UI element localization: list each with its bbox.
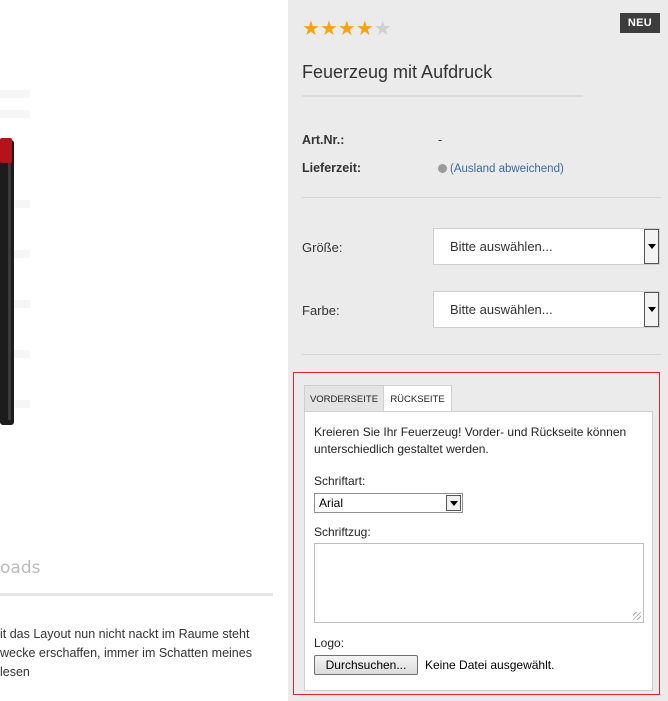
delivery-status-icon	[438, 164, 447, 173]
product-image[interactable]	[0, 0, 288, 540]
file-status: Keine Datei ausgewählt.	[425, 658, 555, 672]
font-label: Schriftart:	[314, 474, 366, 488]
chevron-down-icon[interactable]	[644, 292, 659, 327]
downloads-divider	[0, 593, 273, 596]
chevron-down-icon[interactable]	[446, 495, 461, 511]
tab-back[interactable]: RÜCKSEITE	[383, 385, 452, 412]
product-title: Feuerzeug mit Aufdruck	[302, 62, 493, 82]
logo-label: Logo:	[314, 636, 345, 650]
delivery-row: Lieferzeit: (Ausland abweichend)	[302, 161, 564, 175]
text-label: Schriftzug:	[314, 525, 371, 539]
size-select[interactable]: Bitte auswählen...	[433, 228, 660, 265]
art-nr-label: Art.Nr.:	[302, 133, 345, 147]
art-nr-row: Art.Nr.: -	[302, 133, 442, 147]
rating-stars: ★★★★★	[302, 17, 392, 41]
tab-front[interactable]: VORDERSEITE	[304, 385, 384, 412]
delivery-label: Lieferzeit:	[302, 161, 362, 175]
color-select-value: Bitte auswählen...	[450, 302, 553, 317]
chevron-down-icon[interactable]	[644, 229, 659, 264]
title-divider	[302, 95, 583, 97]
star-empty-icon: ★	[373, 18, 392, 40]
description-line: wecke erschaffen, immer im Schatten mein…	[0, 646, 252, 660]
downloads-heading: oads	[0, 558, 41, 578]
product-gallery: oads it das Layout nun nicht nackt im Ra…	[0, 0, 288, 701]
color-select[interactable]: Bitte auswählen...	[433, 291, 660, 328]
size-select-value: Bitte auswählen...	[450, 239, 553, 254]
star-icon: ★	[302, 18, 320, 40]
lighter-designer: VORDERSEITE RÜCKSEITE Kreieren Sie Ihr F…	[293, 372, 660, 695]
new-badge: NEU	[619, 13, 660, 33]
color-label: Farbe:	[302, 303, 340, 318]
star-icon: ★	[319, 18, 338, 40]
designer-intro: Kreieren Sie Ihr Feuerzeug! Vorder- und …	[314, 425, 627, 456]
star-icon: ★	[337, 18, 356, 40]
description-line: lesen	[0, 665, 30, 679]
resize-grip-icon[interactable]	[633, 612, 641, 620]
description-line: it das Layout nun nicht nackt im Raume s…	[0, 627, 250, 641]
buy-box: NEU ★★★★★ Feuerzeug mit Aufdruck Art.Nr.…	[288, 0, 668, 701]
text-input[interactable]	[314, 543, 644, 623]
size-label: Größe:	[302, 240, 343, 255]
font-select-value: Arial	[319, 496, 344, 510]
art-nr-value: -	[438, 133, 443, 147]
designer-panel: Kreieren Sie Ihr Feuerzeug! Vorder- und …	[304, 411, 653, 691]
browse-button[interactable]: Durchsuchen...	[314, 655, 418, 675]
font-select[interactable]: Arial	[314, 493, 463, 513]
product-description: it das Layout nun nicht nackt im Raume s…	[0, 625, 280, 682]
star-icon: ★	[355, 18, 374, 40]
delivery-abroad-link[interactable]: (Ausland abweichend)	[450, 163, 564, 175]
divider	[302, 197, 662, 198]
divider	[302, 354, 662, 355]
delivery-value: (Ausland abweichend)	[438, 161, 564, 175]
